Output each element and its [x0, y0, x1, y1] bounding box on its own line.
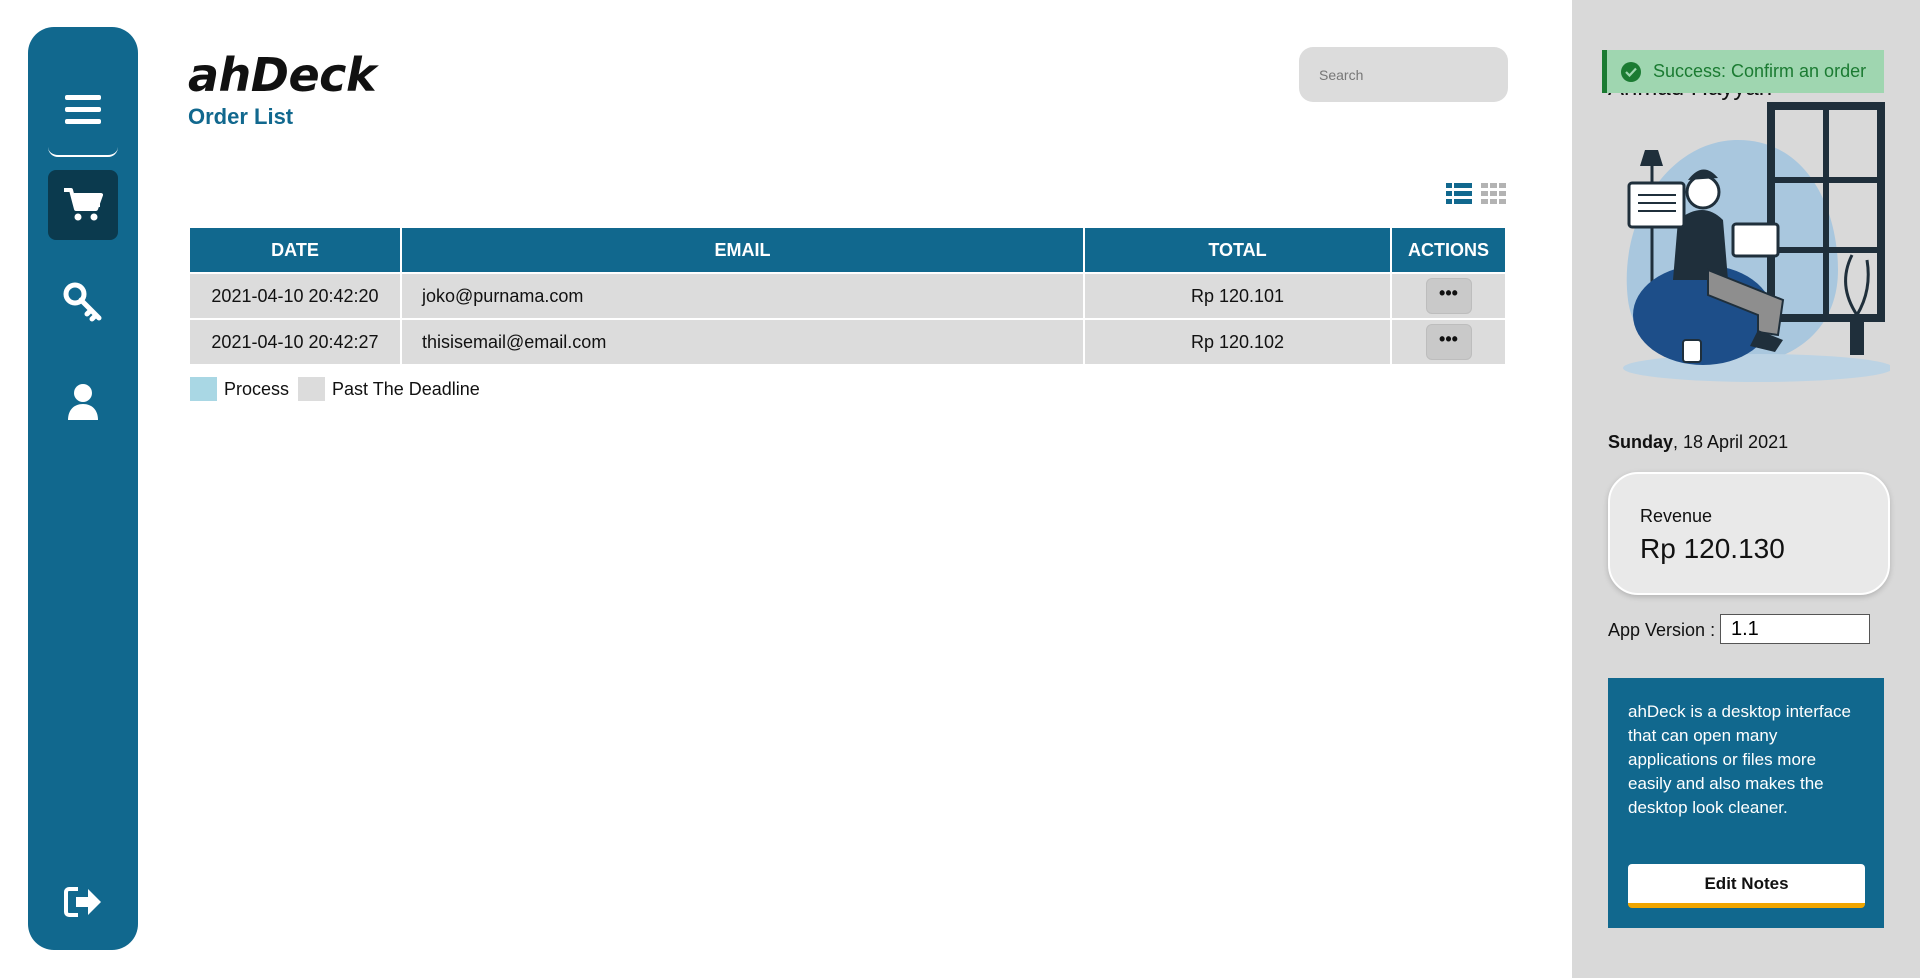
current-date: Sunday, 18 April 2021: [1608, 432, 1788, 453]
order-email: joko@purnama.com: [400, 272, 1085, 320]
notes-text: ahDeck is a desktop interface that can o…: [1628, 702, 1852, 817]
more-actions-button[interactable]: •••: [1425, 278, 1472, 314]
revenue-card: Revenue Rp 120.130: [1608, 472, 1890, 595]
list-view-button[interactable]: [1446, 183, 1472, 205]
right-panel: Ahmad Hayyan Success: Confirm an order S…: [1572, 0, 1920, 978]
app-version-field[interactable]: [1720, 614, 1870, 644]
success-toast[interactable]: Success: Confirm an order: [1602, 50, 1884, 93]
order-actions: •••: [1390, 318, 1507, 366]
logout-button[interactable]: [48, 867, 118, 937]
header-date: DATE: [188, 226, 402, 274]
order-date: 2021-04-10 20:42:20: [188, 272, 402, 320]
date-day: Sunday: [1608, 432, 1674, 452]
order-total: Rp 120.101: [1083, 272, 1392, 320]
revenue-label: Revenue: [1640, 506, 1713, 526]
app-logo: ahDeck: [188, 48, 377, 102]
sidebar-item-profile[interactable]: [48, 367, 118, 437]
order-actions: •••: [1390, 272, 1507, 320]
date-text: , 18 April 2021: [1673, 432, 1789, 452]
list-view-icon: [1446, 183, 1472, 204]
more-actions-button[interactable]: •••: [1425, 324, 1472, 360]
header-total: TOTAL: [1083, 226, 1392, 274]
status-legend: Process Past The Deadline: [190, 377, 480, 401]
check-circle-icon: [1621, 61, 1641, 82]
app-version-label: App Version :: [1608, 620, 1716, 640]
order-date: 2021-04-10 20:42:27: [188, 318, 402, 366]
menu-icon: [65, 95, 101, 124]
cart-icon: [64, 188, 103, 221]
table-header-row: DATE EMAIL TOTAL ACTIONS: [188, 226, 1507, 274]
header-actions: ACTIONS: [1390, 226, 1507, 274]
edit-notes-button[interactable]: Edit Notes: [1628, 864, 1865, 908]
person-reading-illustration: [1623, 102, 1890, 382]
key-icon: [63, 282, 102, 322]
sidebar: [28, 27, 138, 950]
grid-view-button[interactable]: [1481, 183, 1507, 205]
toast-message: Success: Confirm an order: [1653, 61, 1867, 81]
menu-button[interactable]: [48, 65, 118, 157]
order-email: thisisemail@email.com: [400, 318, 1085, 366]
process-swatch: [190, 377, 217, 401]
notes-card: ahDeck is a desktop interface that can o…: [1608, 678, 1884, 928]
page-title: Order List: [188, 104, 294, 129]
past-deadline-label: Past The Deadline: [332, 378, 480, 399]
revenue-value: Rp 120.130: [1640, 533, 1785, 564]
table-row: 2021-04-10 20:42:20 joko@purnama.com Rp …: [188, 272, 1507, 320]
order-total: Rp 120.102: [1083, 318, 1392, 366]
search-input[interactable]: [1299, 47, 1508, 102]
table-row: 2021-04-10 20:42:27 thisisemail@email.co…: [188, 318, 1507, 366]
grid-view-icon: [1481, 183, 1506, 204]
logout-icon: [64, 887, 101, 917]
header-email: EMAIL: [400, 226, 1085, 274]
user-icon: [68, 384, 98, 420]
process-label: Process: [224, 378, 290, 399]
past-deadline-swatch: [298, 377, 326, 401]
sidebar-item-orders[interactable]: [48, 170, 118, 240]
orders-table: DATE EMAIL TOTAL ACTIONS 2021-04-10 20:4…: [188, 226, 1507, 366]
sidebar-item-keys[interactable]: [48, 267, 118, 337]
